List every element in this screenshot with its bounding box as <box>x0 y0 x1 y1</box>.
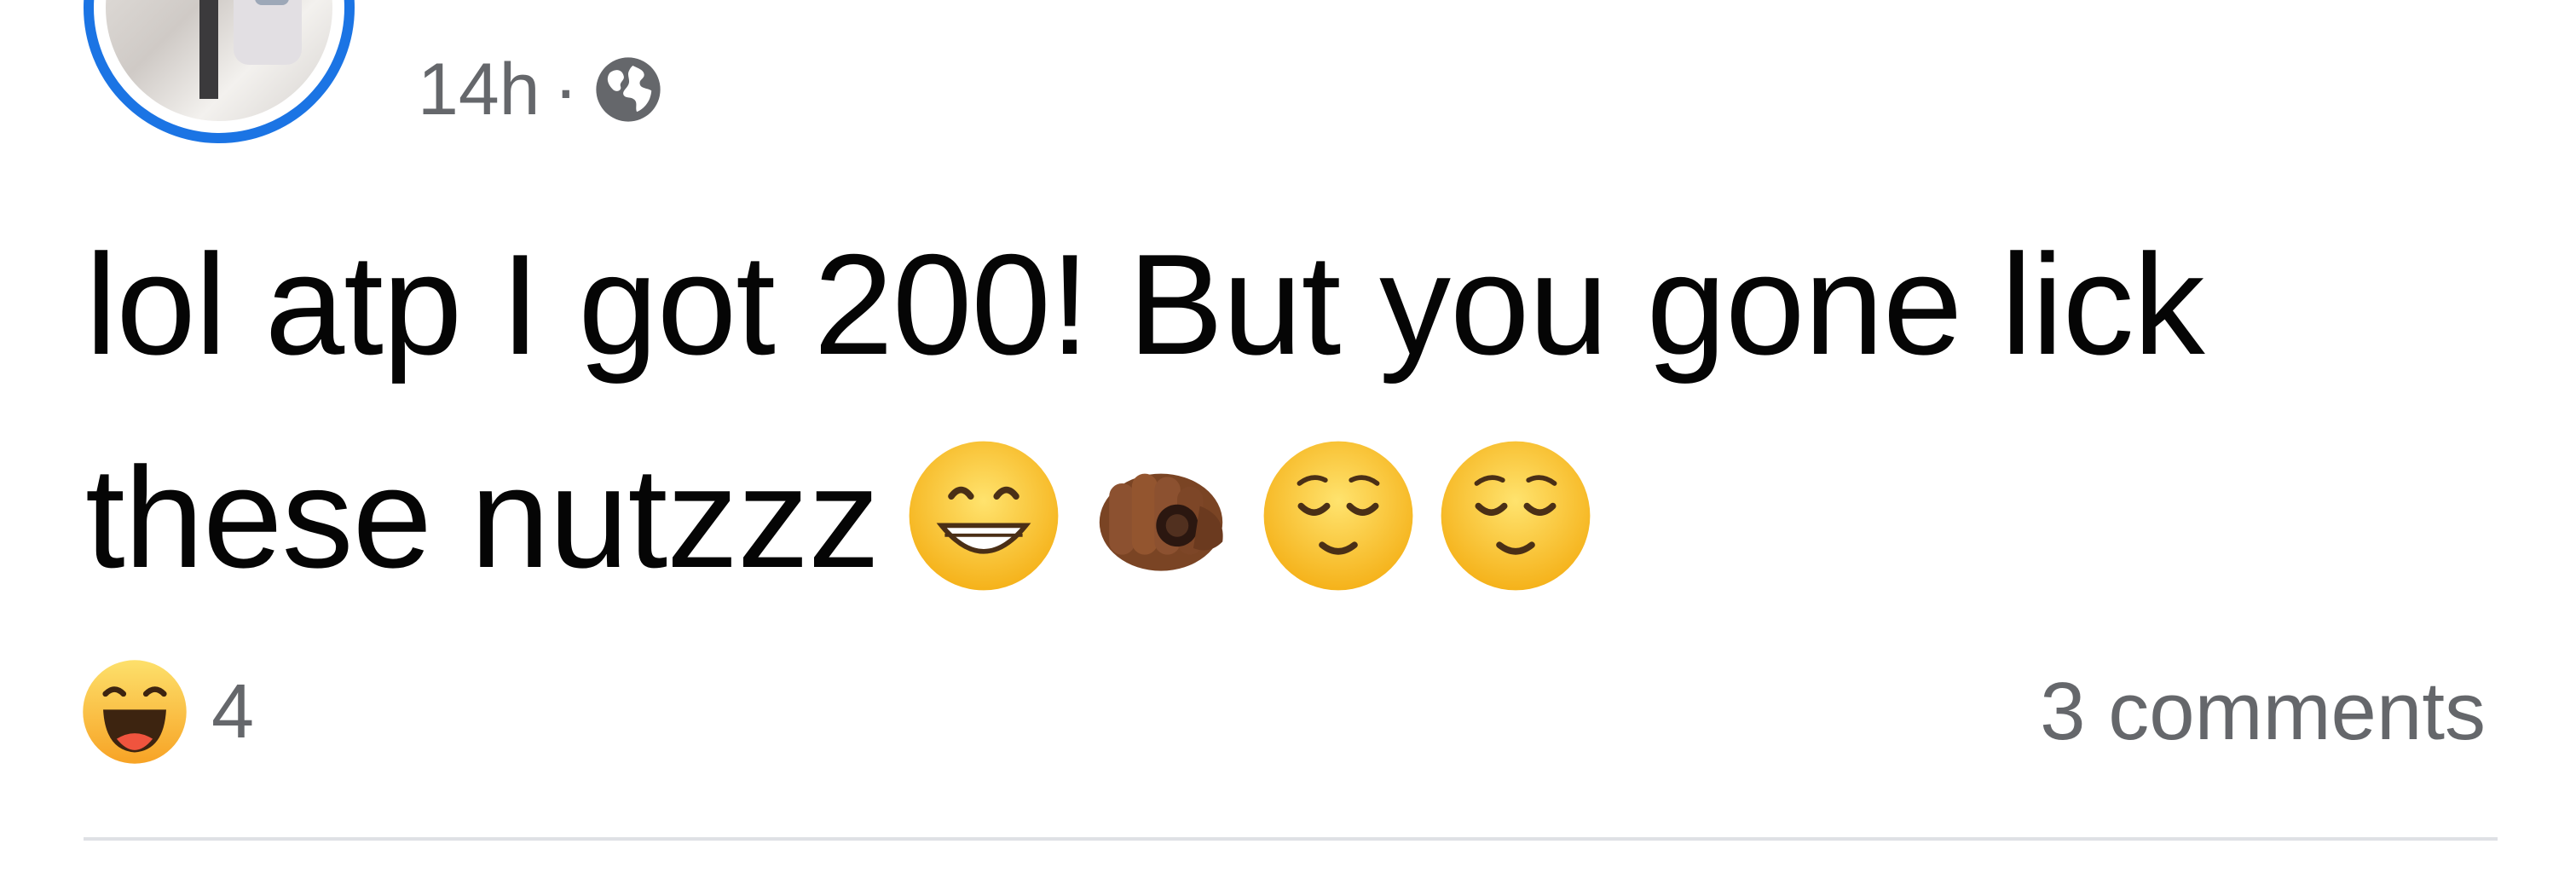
relieved-face-emoji-icon <box>1263 441 1413 591</box>
comments-count-link[interactable]: 3 comments <box>2040 656 2486 767</box>
avatar[interactable] <box>84 0 355 143</box>
globe-icon[interactable] <box>592 53 665 126</box>
post-body: lol atp I got 200! But you gone lick the… <box>85 198 2472 624</box>
profile-photo <box>106 0 332 121</box>
post-timestamp[interactable]: 14h <box>418 48 540 132</box>
facebook-post: 14h · lol atp I got 200! But you gone li… <box>0 0 2576 873</box>
pointing-hand-emoji-icon <box>1100 473 1223 571</box>
haha-reaction-icon <box>83 660 187 764</box>
post-text-line-1: lol atp I got 200! But you gone lick <box>85 224 2205 384</box>
post-meta: 14h · <box>418 47 665 132</box>
grinning-face-emoji-icon <box>909 441 1059 591</box>
post-text-line-2: these nutzzz <box>85 437 880 598</box>
post-text-line-2-wrapper: these nutzzz <box>85 411 2472 624</box>
reaction-summary[interactable]: 4 <box>78 656 254 767</box>
emoji-row <box>903 435 1597 597</box>
reaction-count: 4 <box>211 668 255 754</box>
divider <box>84 837 2498 841</box>
meta-separator: · <box>553 48 579 130</box>
relieved-face-emoji-icon <box>1441 441 1591 591</box>
